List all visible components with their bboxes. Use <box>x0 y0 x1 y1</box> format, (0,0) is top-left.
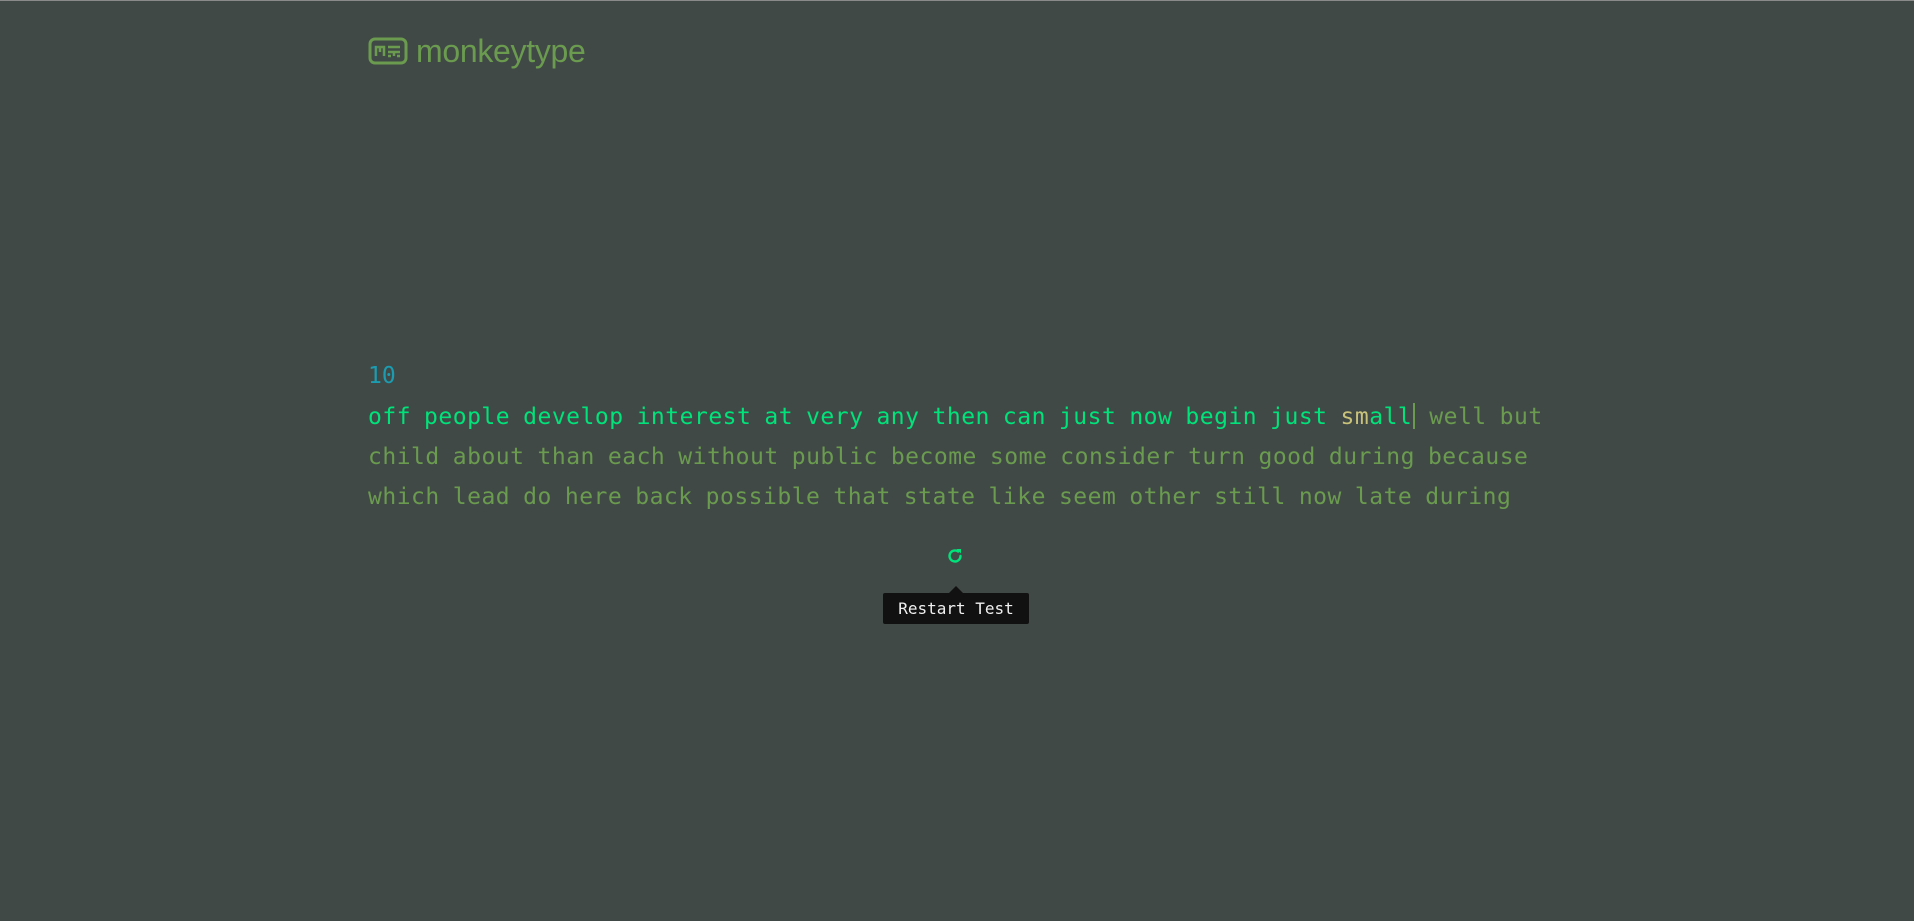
correct-letters: all <box>1369 404 1413 430</box>
restart-tooltip: Restart Test <box>883 586 1029 624</box>
restart-button[interactable] <box>943 544 967 568</box>
word: now <box>1298 484 1342 510</box>
word: public <box>791 444 878 470</box>
word: possible <box>705 484 821 510</box>
word: can <box>1002 404 1046 430</box>
keyboard-logo-icon[interactable] <box>368 37 408 65</box>
word: here <box>564 484 623 510</box>
word: just <box>1270 404 1328 430</box>
word: back <box>635 484 693 510</box>
word: turn <box>1188 444 1246 470</box>
current-word: small <box>1341 397 1417 437</box>
word: then <box>932 404 990 430</box>
word: like <box>988 484 1046 510</box>
word: that <box>833 484 891 510</box>
word: about <box>452 444 525 470</box>
typing-caret <box>1413 403 1416 429</box>
word: now <box>1129 404 1173 430</box>
word: other <box>1129 484 1202 510</box>
word: late <box>1354 484 1413 510</box>
word: off <box>368 404 412 430</box>
word: but <box>1499 404 1543 430</box>
word: good <box>1258 444 1316 470</box>
word: do <box>523 484 552 510</box>
word: any <box>876 404 920 430</box>
word: at <box>764 404 794 430</box>
header: monkeytype <box>368 31 586 71</box>
incorrect-letters: sm <box>1340 404 1370 430</box>
word: state <box>903 484 976 510</box>
word: become <box>890 444 977 470</box>
word: just <box>1058 404 1117 430</box>
word: people <box>424 404 511 430</box>
word: because <box>1427 444 1529 470</box>
words-line: off people develop interest at very any then can… <box>368 397 1548 437</box>
word: very <box>806 404 864 430</box>
word: some <box>989 444 1048 470</box>
word: without <box>678 444 779 470</box>
word: develop <box>523 404 624 430</box>
words-line: child about than each without public become som… <box>368 437 1548 477</box>
word: each <box>607 444 666 470</box>
word: during <box>1328 444 1415 470</box>
words-area[interactable]: off people develop interest at very any then can… <box>368 397 1548 517</box>
word: lead <box>452 484 511 510</box>
word: begin <box>1185 404 1258 430</box>
word: interest <box>636 404 752 430</box>
word: seem <box>1058 484 1117 510</box>
word: during <box>1425 484 1512 510</box>
app-title[interactable]: monkeytype <box>416 33 586 70</box>
word: which <box>368 484 440 510</box>
word-counter: 10 <box>368 363 396 389</box>
word: still <box>1214 484 1286 510</box>
word: child <box>368 444 440 470</box>
word: well <box>1429 404 1487 430</box>
words-line: which lead do here back possible that state like… <box>368 477 1548 517</box>
restart-icon <box>948 549 962 563</box>
word: than <box>537 444 595 470</box>
word: consider <box>1060 444 1176 470</box>
